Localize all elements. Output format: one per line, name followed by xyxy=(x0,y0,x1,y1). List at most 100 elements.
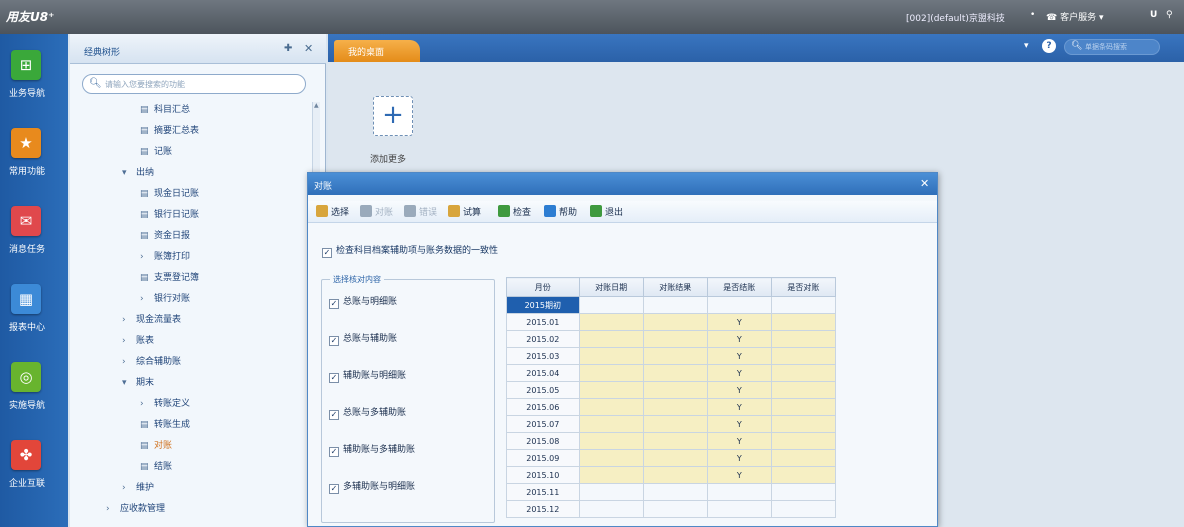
cell-month[interactable]: 2015.10 xyxy=(506,466,580,484)
customer-service-button[interactable]: ☎ 客户服务 ▾ xyxy=(1046,10,1103,23)
nav-message-task[interactable]: ✉ 消息任务 xyxy=(0,198,68,274)
cell-closed[interactable] xyxy=(706,296,772,314)
column-header[interactable]: 对账结果 xyxy=(642,277,708,297)
nav-implementation-nav[interactable]: ◎ 实施导航 xyxy=(0,354,68,430)
nav-enterprise-connect[interactable]: ✤ 企业互联 xyxy=(0,432,68,508)
cell-closed[interactable]: Y xyxy=(706,347,772,365)
cell-date[interactable] xyxy=(578,398,644,416)
cell-reconciled[interactable] xyxy=(770,449,837,467)
cell-reconciled[interactable] xyxy=(770,364,837,382)
cell-month[interactable]: 2015期初 xyxy=(506,296,580,314)
table-row[interactable]: 2015.12 xyxy=(506,500,837,518)
checkbox-icon[interactable]: ✓ xyxy=(329,447,339,457)
column-header[interactable]: 是否结账 xyxy=(706,277,772,297)
tree-item[interactable]: ▤ 银行日记账 xyxy=(140,205,199,225)
function-search-box[interactable]: 🔍︎ xyxy=(82,74,306,94)
cell-closed[interactable]: Y xyxy=(706,364,772,382)
cell-reconciled[interactable] xyxy=(770,483,837,501)
cell-month[interactable]: 2015.03 xyxy=(506,347,580,365)
close-icon[interactable]: ✕ xyxy=(304,42,313,55)
cell-reconciled[interactable] xyxy=(770,500,837,518)
tab-my-desktop[interactable]: 我的桌面 xyxy=(334,40,420,62)
table-row[interactable]: 2015.04 Y xyxy=(506,364,837,382)
cell-month[interactable]: 2015.04 xyxy=(506,364,580,382)
option-checkbox[interactable]: ✓ 总账与明细账 xyxy=(329,294,397,309)
cell-date[interactable] xyxy=(578,330,644,348)
table-row[interactable]: 2015.11 xyxy=(506,483,837,501)
cell-reconciled[interactable] xyxy=(770,398,837,416)
cell-closed[interactable]: Y xyxy=(706,398,772,416)
tree-item[interactable]: ▾ 期末 xyxy=(122,373,154,393)
dialog-close-icon[interactable]: ✕ xyxy=(920,177,929,190)
table-row[interactable]: 2015.05 Y xyxy=(506,381,837,399)
tree-item[interactable]: ▤ 对账 xyxy=(140,436,172,456)
cell-date[interactable] xyxy=(578,415,644,433)
cell-result[interactable] xyxy=(642,313,708,331)
tree-item[interactable]: ▤ 结账 xyxy=(140,457,172,477)
tree-item[interactable]: › 银行对账 xyxy=(140,289,190,309)
option-checkbox[interactable]: ✓ 总账与多辅助账 xyxy=(329,405,406,420)
cell-date[interactable] xyxy=(578,432,644,450)
cell-month[interactable]: 2015.06 xyxy=(506,398,580,416)
cell-date[interactable] xyxy=(578,449,644,467)
cell-closed[interactable]: Y xyxy=(706,381,772,399)
tree-item[interactable]: › 转账定义 xyxy=(140,394,190,414)
cell-reconciled[interactable] xyxy=(770,330,837,348)
search-icon[interactable]: 🔍︎ xyxy=(89,78,102,89)
checkbox-icon[interactable]: ✓ xyxy=(322,248,332,258)
cell-result[interactable] xyxy=(642,483,708,501)
help-icon[interactable]: ? xyxy=(1042,39,1056,53)
pin-icon[interactable]: ✚ xyxy=(284,43,292,54)
search-icon[interactable]: 🔍︎ xyxy=(1071,41,1082,51)
tree-item[interactable]: › 应收款管理 xyxy=(106,499,165,519)
table-row[interactable]: 2015.06 Y xyxy=(506,398,837,416)
cell-closed[interactable] xyxy=(706,500,772,518)
function-search-input[interactable] xyxy=(105,77,301,91)
account-info[interactable]: [002](default)京盟科技 xyxy=(906,11,1005,24)
cell-month[interactable]: 2015.11 xyxy=(506,483,580,501)
cell-closed[interactable]: Y xyxy=(706,313,772,331)
option-checkbox[interactable]: ✓ 总账与辅助账 xyxy=(329,331,397,346)
column-header[interactable]: 是否对账 xyxy=(770,277,837,297)
option-checkbox[interactable]: ✓ 辅助账与明细账 xyxy=(329,368,406,383)
tree-item[interactable]: ▤ 支票登记簿 xyxy=(140,268,199,288)
table-row[interactable]: 2015.10 Y xyxy=(506,466,837,484)
trial-balance-button[interactable]: 试算 xyxy=(448,205,481,219)
tree-item[interactable]: › 综合辅助账 xyxy=(122,352,181,372)
table-row[interactable]: 2015.02 Y xyxy=(506,330,837,348)
table-row[interactable]: 2015.03 Y xyxy=(506,347,837,365)
cell-reconciled[interactable] xyxy=(770,432,837,450)
tree-item[interactable]: ▤ 现金日记账 xyxy=(140,184,199,204)
cell-result[interactable] xyxy=(642,449,708,467)
cell-result[interactable] xyxy=(642,398,708,416)
checkbox-icon[interactable]: ✓ xyxy=(329,336,339,346)
cell-result[interactable] xyxy=(642,500,708,518)
cell-month[interactable]: 2015.05 xyxy=(506,381,580,399)
table-row[interactable]: 2015.09 Y xyxy=(506,449,837,467)
cell-closed[interactable]: Y xyxy=(706,432,772,450)
cell-date[interactable] xyxy=(578,500,644,518)
tree-item[interactable]: ▤ 转账生成 xyxy=(140,415,190,435)
tree-item[interactable]: › 维护 xyxy=(122,478,154,498)
checkbox-icon[interactable]: ✓ xyxy=(329,484,339,494)
tree-item[interactable]: ▤ 科目汇总 xyxy=(140,100,190,120)
tree-item[interactable]: ▤ 记账 xyxy=(140,142,172,162)
option-checkbox[interactable]: ✓ 辅助账与多辅助账 xyxy=(329,442,415,457)
cell-closed[interactable]: Y xyxy=(706,466,772,484)
nav-business-nav[interactable]: ⊞ 业务导航 xyxy=(0,42,68,118)
cell-date[interactable] xyxy=(578,483,644,501)
cell-reconciled[interactable] xyxy=(770,347,837,365)
error-button[interactable]: 错误 xyxy=(404,205,437,219)
option-checkbox[interactable]: ✓ 多辅助账与明细账 xyxy=(329,479,415,494)
table-row[interactable]: 2015.01 Y xyxy=(506,313,837,331)
select-button[interactable]: 选择 xyxy=(316,205,349,219)
cell-result[interactable] xyxy=(642,364,708,382)
cell-date[interactable] xyxy=(578,466,644,484)
window-menu-icon[interactable]: ⚲ xyxy=(1166,10,1173,20)
cell-date[interactable] xyxy=(578,296,644,314)
tree-item[interactable]: › 账簿打印 xyxy=(140,247,190,267)
cell-closed[interactable]: Y xyxy=(706,330,772,348)
column-header[interactable]: 对账日期 xyxy=(578,277,644,297)
nav-star[interactable]: ★ 常用功能 xyxy=(0,120,68,196)
cell-reconciled[interactable] xyxy=(770,313,837,331)
